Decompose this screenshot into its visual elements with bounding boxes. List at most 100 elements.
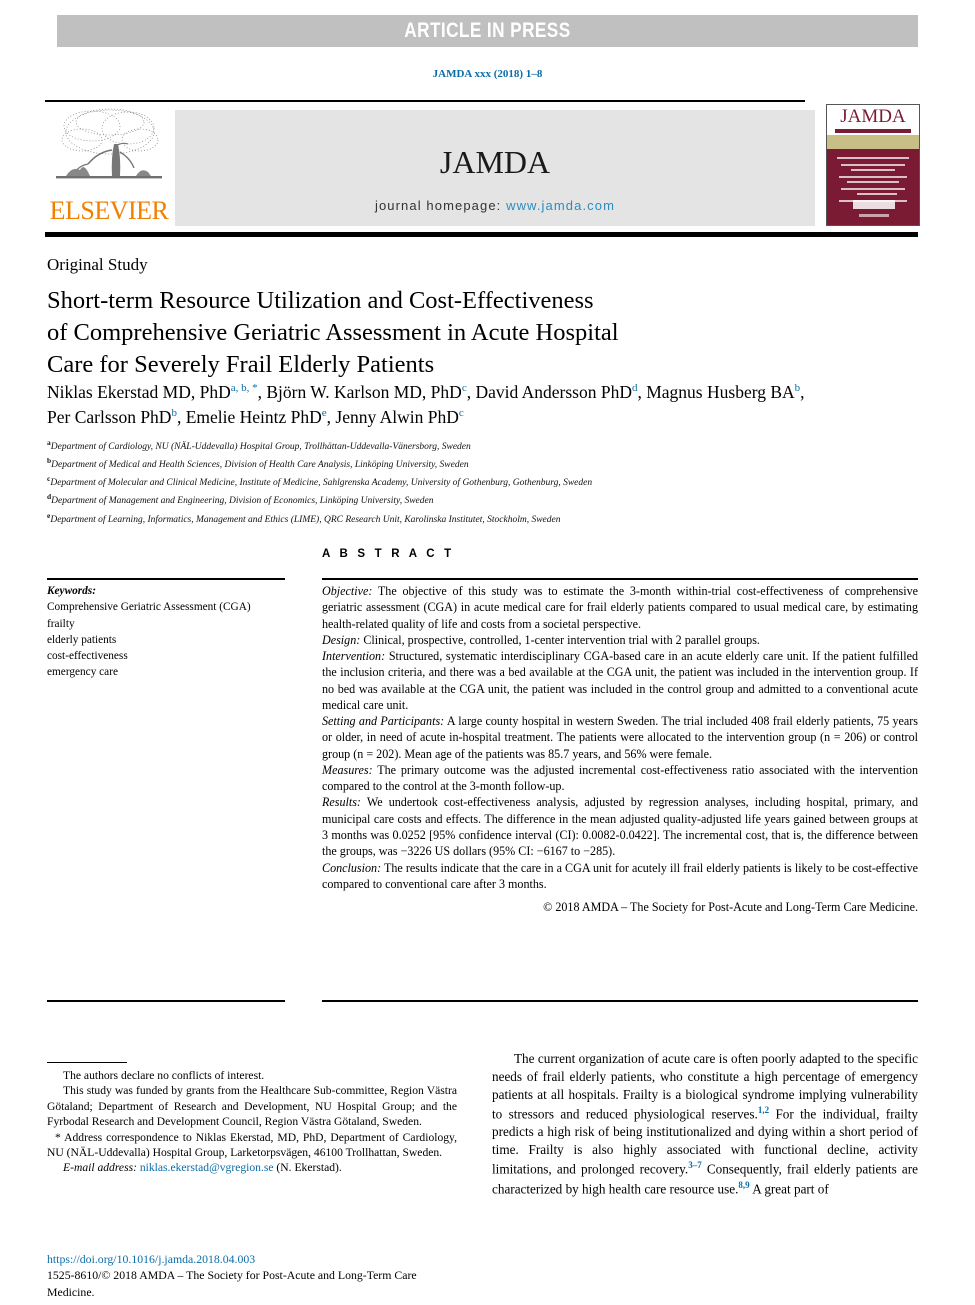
- abstract-section: Results: We undertook cost-effectiveness…: [322, 794, 918, 859]
- affiliation-text: Department of Molecular and Clinical Med…: [50, 478, 593, 489]
- footnotes-block: The authors declare no conflicts of inte…: [47, 1068, 457, 1176]
- abstract-section-text: The primary outcome was the adjusted inc…: [322, 762, 918, 794]
- elsevier-tree-icon: [56, 108, 162, 179]
- author-separator: ,: [637, 382, 647, 402]
- masthead-top-rule: [45, 100, 805, 102]
- abstract-bottom-rule-left: [47, 1000, 285, 1002]
- author-name: Emelie Heintz PhD: [185, 406, 322, 427]
- keyword-item: frailty: [47, 617, 75, 630]
- keyword-item: cost-effectiveness: [47, 650, 128, 663]
- author-separator: ,: [176, 406, 186, 427]
- introduction-column: The current organization of acute care i…: [492, 1050, 918, 1198]
- abstract-section: Intervention: Structured, systematic int…: [322, 648, 918, 713]
- citation-reference[interactable]: 1,2: [758, 1105, 769, 1115]
- email-suffix: (N. Ekerstad).: [273, 1161, 342, 1175]
- abstract-section-heading: Measures:: [322, 762, 373, 777]
- introduction-paragraph: The current organization of acute care i…: [492, 1050, 918, 1198]
- abstract-body: Objective: The objective of this study w…: [322, 583, 918, 915]
- affiliation-text: Department of Cardiology, NU (NÄL-Uddeva…: [50, 442, 471, 453]
- author-affiliation-mark: c: [458, 407, 464, 420]
- author-name: Per Carlsson PhD: [47, 406, 172, 427]
- cover-journal-title: JAMDA: [840, 106, 906, 127]
- citation-reference[interactable]: 8,9: [738, 1180, 749, 1190]
- running-citation: JAMDA xxx (2018) 1–8: [432, 68, 543, 80]
- article-title-line: of Comprehensive Geriatric Assessment in…: [47, 318, 619, 346]
- abstract-section: Design: Clinical, prospective, controlle…: [322, 632, 918, 648]
- journal-homepage-line: journal homepage: www.jamda.com: [175, 198, 815, 213]
- journal-title: JAMDA: [439, 144, 551, 180]
- abstract-section-heading: Conclusion:: [322, 860, 382, 875]
- abstract-section: Measures: The primary outcome was the ad…: [322, 762, 918, 795]
- affiliation-item: dDepartment of Management and Engineerin…: [47, 491, 907, 509]
- author-name: Jenny Alwin PhD: [335, 406, 459, 427]
- abstract-section: Conclusion: The results indicate that th…: [322, 860, 918, 893]
- body-text-run: A great part of: [749, 1181, 829, 1197]
- footnote-conflicts: The authors declare no conflicts of inte…: [63, 1069, 265, 1082]
- doi-link[interactable]: https://doi.org/10.1016/j.jamda.2018.04.…: [47, 1251, 467, 1267]
- article-title-line: Care for Severely Frail Elderly Patients: [47, 350, 435, 378]
- cover-toc-line: [841, 164, 905, 166]
- abstract-section-text: Clinical, prospective, controlled, 1-cen…: [360, 632, 760, 647]
- author-name: David Andersson PhD: [475, 382, 632, 402]
- cover-toc-line: [857, 193, 897, 195]
- keywords-block: Keywords: Comprehensive Geriatric Assessm…: [47, 583, 297, 681]
- footnote-correspondence: * Address correspondence to Niklas Ekers…: [47, 1130, 457, 1161]
- affiliation-text: Department of Medical and Health Science…: [51, 460, 469, 471]
- email-link[interactable]: niklas.ekerstad@vgregion.se: [140, 1161, 274, 1174]
- cover-olive-band: [827, 135, 919, 149]
- cover-toc-line: [847, 181, 899, 183]
- affiliation-list: aDepartment of Cardiology, NU (NÄL-Uddev…: [47, 437, 907, 528]
- article-title-line: Short-term Resource Utilization and Cost…: [47, 287, 594, 314]
- citation-reference[interactable]: 3–7: [688, 1160, 702, 1170]
- abstract-section-heading: Intervention:: [322, 649, 386, 664]
- affiliation-item: cDepartment of Molecular and Clinical Me…: [47, 473, 907, 491]
- correspondence-text: Address correspondence to Niklas Ekersta…: [47, 1130, 457, 1160]
- abstract-section-heading: Results:: [322, 795, 361, 810]
- cover-toc-line: [839, 176, 907, 178]
- abstract-section-heading: Objective:: [322, 584, 373, 598]
- abstract-top-rule: [322, 578, 918, 580]
- journal-masthead-band: JAMDA journal homepage: www.jamda.com: [175, 110, 815, 226]
- abstract-label: A B S T R A C T: [322, 548, 455, 560]
- affiliation-text: Department of Learning, Informatics, Man…: [50, 514, 561, 525]
- footnote-email-line: E-mail address: niklas.ekerstad@vgregion…: [47, 1160, 457, 1175]
- email-label: E-mail address:: [63, 1161, 140, 1175]
- abstract-section-text: The objective of this study was to estim…: [322, 584, 918, 631]
- abstract-section-text: Structured, systematic interdisciplinary…: [322, 649, 918, 712]
- abstract-section-text: The results indicate that the care in a …: [322, 860, 918, 891]
- article-title: Short-term Resource Utilization and Cost…: [47, 285, 767, 381]
- cover-issue-line: [859, 214, 889, 217]
- cover-divider-line: [837, 157, 909, 159]
- doi-block: https://doi.org/10.1016/j.jamda.2018.04.…: [47, 1251, 467, 1300]
- cover-toc-line: [851, 169, 895, 171]
- author-list: Niklas Ekerstad MD, PhDa, b, *, Björn W.…: [47, 380, 827, 430]
- author-name: Björn W. Karlson MD, PhD: [266, 382, 462, 402]
- affiliation-item: eDepartment of Learning, Informatics, Ma…: [47, 510, 907, 528]
- keywords-top-rule: [47, 578, 285, 580]
- journal-homepage-label: journal homepage:: [374, 198, 502, 213]
- article-in-press-banner: ARTICLE IN PRESS: [57, 15, 918, 47]
- cover-amda-logo: [853, 200, 895, 209]
- elsevier-wordmark: ELSEVIER: [49, 196, 169, 225]
- cover-subtitle-bar: [835, 129, 911, 133]
- journal-cover-thumbnail: JAMDA: [826, 104, 920, 226]
- abstract-section: Setting and Participants: A large county…: [322, 713, 918, 762]
- author-name: Magnus Husberg BA: [646, 382, 795, 402]
- abstract-section-heading: Setting and Participants:: [322, 714, 445, 729]
- masthead-bottom-rule: [45, 232, 918, 237]
- article-in-press-label: ARTICLE IN PRESS: [404, 19, 571, 42]
- abstract-copyright: © 2018 AMDA – The Society for Post-Acute…: [543, 900, 918, 915]
- abstract-bottom-rule-right: [322, 1000, 918, 1002]
- footnote-funding: This study was funded by grants from the…: [47, 1084, 457, 1129]
- article-section-type: Original Study: [47, 255, 148, 274]
- abstract-section-heading: Design:: [322, 632, 361, 647]
- abstract-section-text: We undertook cost-effectiveness analysis…: [322, 795, 918, 859]
- affiliation-text: Department of Management and Engineering…: [51, 496, 434, 507]
- keyword-item: emergency care: [47, 666, 118, 679]
- journal-homepage-url[interactable]: www.jamda.com: [506, 198, 615, 213]
- elsevier-logo: ELSEVIER: [48, 106, 170, 226]
- author-separator: ,: [800, 382, 805, 402]
- footnote-separator-rule: [47, 1062, 127, 1064]
- keywords-heading: Keywords:: [47, 585, 96, 597]
- author-name: Niklas Ekerstad MD, PhD: [47, 382, 231, 402]
